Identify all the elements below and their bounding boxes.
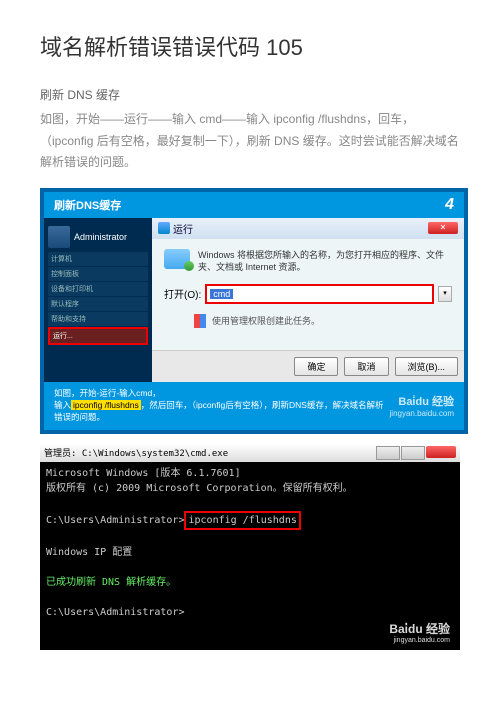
cmd-title: 管理员: C:\Windows\system32\cmd.exe: [44, 446, 228, 459]
highlighted-command: ipconfig /flushdns: [184, 511, 300, 530]
start-menu-item[interactable]: 帮助和支持: [48, 312, 148, 326]
slide-header: 刷新DNS缓存 4: [44, 192, 464, 218]
figure-run-dialog: 刷新DNS缓存 4 Administrator 计算机 控制面板 设备和打印机 …: [40, 188, 468, 434]
page-title: 域名解析错误错误代码 105: [40, 30, 460, 62]
close-button[interactable]: [426, 446, 456, 458]
cmd-success-line: 已成功刷新 DNS 解析缓存。: [46, 575, 454, 590]
start-menu-item[interactable]: 控制面板: [48, 267, 148, 281]
run-dialog-message: Windows 将根据您所输入的名称，为您打开相应的程序、文件夹、文档或 Int…: [198, 249, 452, 274]
slide-footer: 如图，开始-运行-输入cmd， 输入ipconfig /flushdns，然后回…: [44, 382, 464, 430]
cmd-prompt-line: C:\Users\Administrator>ipconfig /flushdn…: [46, 511, 454, 530]
figure-cmd-window: 管理员: C:\Windows\system32\cmd.exe Microso…: [40, 444, 460, 650]
start-menu-item[interactable]: 计算机: [48, 252, 148, 266]
dropdown-button[interactable]: ▾: [438, 286, 452, 302]
highlighted-command: ipconfig /flushdns: [71, 400, 141, 410]
run-dialog-title: 运行: [173, 221, 193, 236]
shield-icon: [194, 314, 206, 328]
maximize-button[interactable]: [401, 446, 425, 460]
user-avatar-icon: [48, 226, 70, 248]
run-icon: [164, 249, 190, 269]
close-button[interactable]: ✕: [428, 222, 458, 234]
run-dialog-titlebar: 运行 ✕: [152, 218, 464, 239]
cmd-line: Windows IP 配置: [46, 545, 454, 560]
run-input-field[interactable]: cmd: [205, 284, 434, 304]
run-dialog-window: 运行 ✕ Windows 将根据您所输入的名称，为您打开相应的程序、文件夹、文档…: [152, 218, 464, 382]
run-dialog-icon: [158, 222, 170, 234]
cmd-line: C:\Users\Administrator>: [46, 605, 454, 620]
cancel-button[interactable]: 取消: [344, 357, 388, 376]
start-menu-user: Administrator: [48, 226, 148, 248]
baidu-watermark: Bai̇du 经验 jingyan.baidu.com: [390, 393, 454, 418]
cmd-line: 版权所有 (c) 2009 Microsoft Corporation。保留所有…: [46, 481, 454, 496]
slide-step-number: 4: [445, 196, 454, 214]
start-menu: Administrator 计算机 控制面板 设备和打印机 默认程序 帮助和支持…: [44, 218, 152, 382]
open-label: 打开(O):: [164, 286, 201, 301]
cmd-titlebar: 管理员: C:\Windows\system32\cmd.exe: [40, 444, 460, 462]
subtitle: 刷新 DNS 缓存: [40, 86, 460, 103]
slide-footer-text: 如图，开始-运行-输入cmd， 输入ipconfig /flushdns，然后回…: [54, 388, 384, 424]
minimize-button[interactable]: [376, 446, 400, 460]
document-page: 域名解析错误错误代码 105 刷新 DNS 缓存 如图，开始——运行——输入 c…: [0, 0, 500, 680]
start-menu-item[interactable]: 设备和打印机: [48, 282, 148, 296]
start-menu-item[interactable]: 默认程序: [48, 297, 148, 311]
ok-button[interactable]: 确定: [294, 357, 338, 376]
run-input-value: cmd: [210, 289, 233, 299]
admin-label: 使用管理权限创建此任务。: [212, 314, 320, 327]
slide-header-text: 刷新DNS缓存: [54, 197, 121, 213]
start-menu-run-item[interactable]: 运行...: [48, 327, 148, 345]
description: 如图，开始——运行——输入 cmd——输入 ipconfig /flushdns…: [40, 109, 460, 174]
cmd-line: Microsoft Windows [版本 6.1.7601]: [46, 466, 454, 481]
browse-button[interactable]: 浏览(B)...: [395, 357, 459, 376]
baidu-watermark: Bai̇du 经验 jingyan.baidu.com: [389, 620, 450, 644]
